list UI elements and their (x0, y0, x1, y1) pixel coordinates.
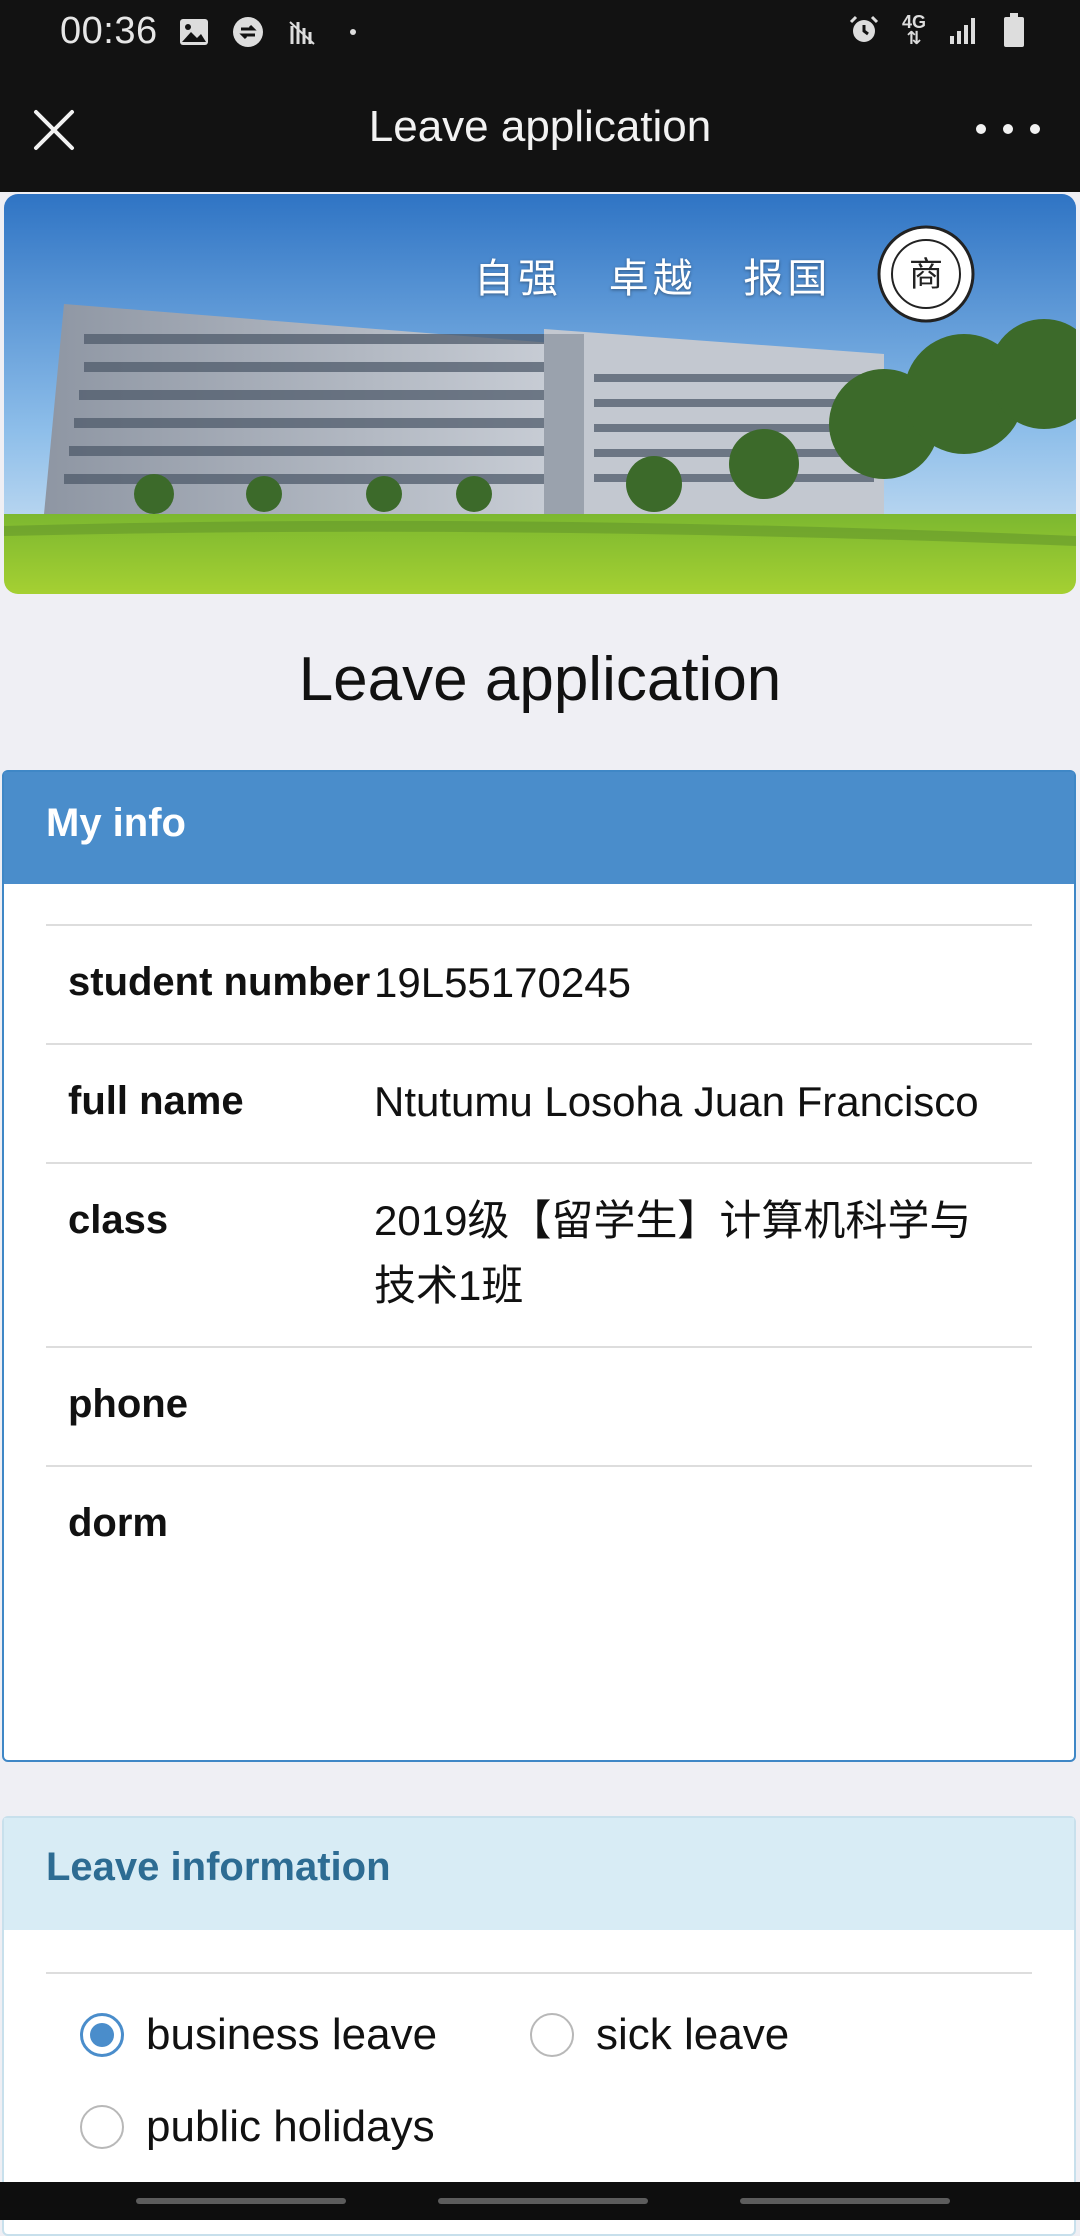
app-header: Leave application (0, 64, 1080, 192)
image-icon (178, 16, 210, 48)
info-row-phone: phone (46, 1348, 1032, 1467)
banner-motto: 自强 卓越 报国 (474, 256, 832, 302)
info-label: student number (68, 960, 371, 1004)
page-title: Leave application (298, 645, 782, 714)
my-info-table: student number 19L55170245 full name Ntu… (46, 924, 1032, 1584)
info-value: Ntutumu Losoha Juan Francisco (374, 1078, 979, 1125)
cell-signal-icon (948, 14, 980, 46)
notification-dot-icon (350, 29, 356, 35)
info-label: class (68, 1198, 169, 1242)
nav-recents-button[interactable] (740, 2198, 950, 2204)
battery-icon (998, 13, 1030, 47)
app-title: Leave application (368, 102, 712, 151)
more-dots-icon[interactable] (976, 124, 986, 134)
my-info-heading: My info (4, 772, 1074, 884)
campus-banner-image: 自强 卓越 报国 商 (4, 194, 1076, 594)
status-time: 00:36 (60, 10, 158, 52)
info-value: 2019级【留学生】计算机科学与技术1班 (374, 1197, 972, 1309)
more-options-button[interactable] (976, 114, 1040, 144)
radio-label[interactable]: public holidays (146, 2102, 435, 2152)
info-row-student-number: student number 19L55170245 (46, 926, 1032, 1045)
info-value: 19L55170245 (374, 959, 631, 1006)
radio-sick-leave[interactable]: sick leave (530, 2010, 789, 2060)
radio-public-holidays[interactable]: public holidays (80, 2102, 435, 2152)
sync-icon (232, 16, 264, 48)
nav-home-button[interactable] (438, 2198, 648, 2204)
svg-text:商: 商 (909, 255, 943, 295)
leave-info-heading: Leave information (4, 1818, 1074, 1930)
alarm-icon (848, 14, 880, 46)
4g-icon: 4G ⇅ (901, 12, 926, 48)
system-nav-bar (0, 2182, 1080, 2220)
network-type-label: 4G (901, 12, 926, 32)
info-label: full name (68, 1079, 244, 1123)
signal-wave-icon (286, 16, 318, 48)
my-info-panel: My info student number 19L55170245 full … (2, 770, 1076, 1762)
radio-unchecked-icon[interactable] (530, 2013, 574, 2057)
info-row-dorm: dorm (46, 1467, 1032, 1584)
info-row-class: class 2019级【留学生】计算机科学与技术1班 (46, 1164, 1032, 1348)
info-row-full-name: full name Ntutumu Losoha Juan Francisco (46, 1045, 1032, 1164)
info-value (374, 1491, 1032, 1556)
radio-business-leave[interactable]: business leave (80, 2010, 437, 2060)
nav-back-button[interactable] (136, 2198, 346, 2204)
radio-label[interactable]: sick leave (596, 2010, 789, 2060)
leave-info-panel: Leave information business leave sick le… (2, 1816, 1076, 2236)
status-bar: 00:36 4G ⇅ (0, 0, 1080, 64)
info-label: phone (68, 1382, 188, 1426)
info-value (374, 1372, 1032, 1437)
radio-label[interactable]: business leave (146, 2010, 437, 2060)
radio-unchecked-icon[interactable] (80, 2105, 124, 2149)
radio-checked-icon[interactable] (80, 2013, 124, 2057)
info-label: dorm (68, 1501, 168, 1545)
university-seal-icon: 商 (876, 224, 976, 324)
